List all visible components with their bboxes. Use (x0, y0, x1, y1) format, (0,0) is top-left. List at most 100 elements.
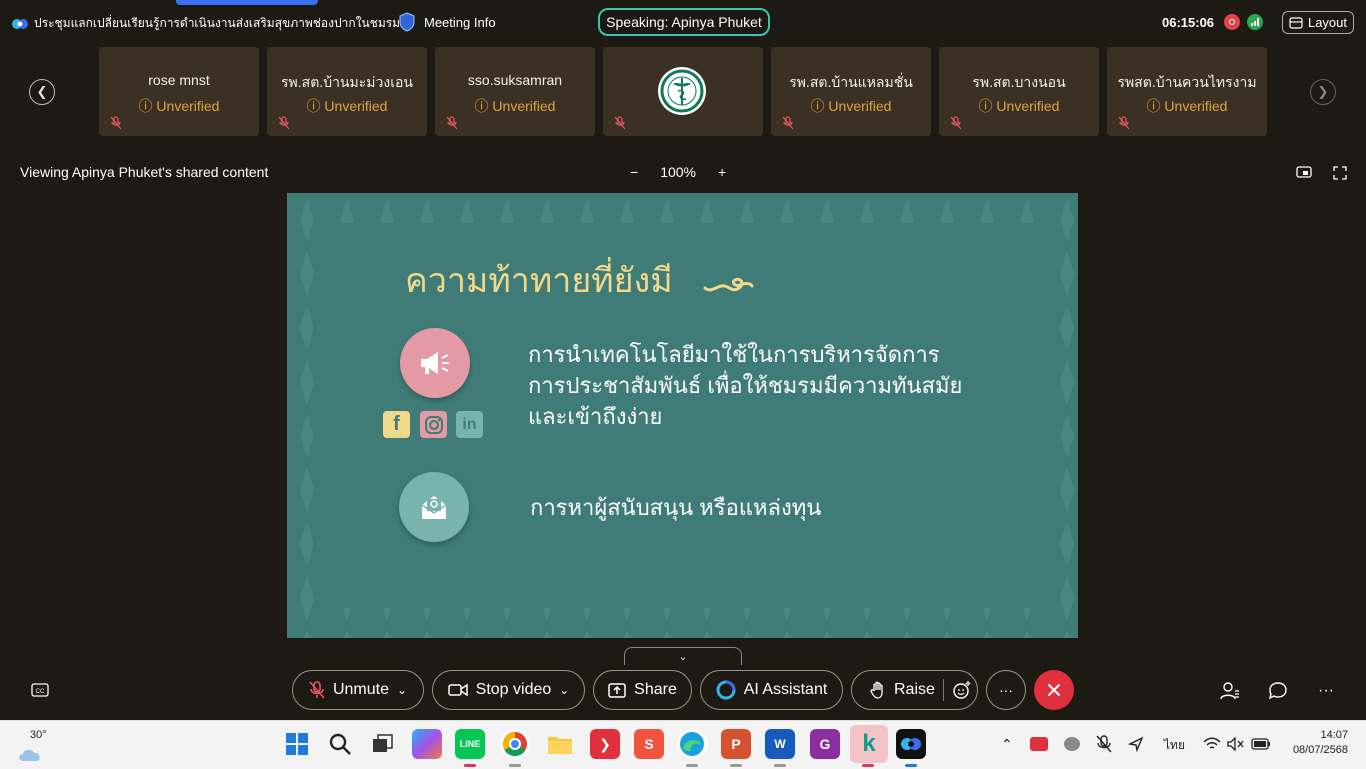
shared-content-label: Viewing Apinya Phuket's shared content (20, 164, 269, 180)
webex-logo-icon (12, 18, 28, 29)
webex-icon[interactable] (896, 729, 926, 759)
signal-bars-icon (1251, 18, 1259, 26)
share-screen-icon (608, 682, 626, 698)
copilot-icon[interactable] (412, 729, 442, 759)
speaking-indicator: Speaking: Apinya Phuket (598, 8, 770, 36)
unmute-button[interactable]: Unmute ⌄ (292, 670, 424, 710)
muted-mic-tray-icon[interactable] (1096, 735, 1112, 753)
chevron-down-icon[interactable]: ⌄ (559, 683, 569, 697)
active-tab-indicator (176, 0, 318, 5)
powerpoint-icon[interactable]: P (721, 729, 751, 759)
running-indicator (464, 764, 476, 767)
participant-tile[interactable]: รพสต.บ้านควนไทรงาม ⓘ Unverified (1107, 47, 1267, 136)
pdf-app-icon[interactable]: G (810, 729, 840, 759)
participant-tile[interactable]: sso.suksamran ⓘ Unverified (435, 47, 595, 136)
participant-status: ⓘ Unverified (978, 98, 1060, 114)
zoom-in-button[interactable]: + (718, 164, 726, 180)
zoom-out-button[interactable]: − (630, 164, 638, 180)
raise-hand-button[interactable]: Raise (851, 670, 978, 710)
stop-video-button[interactable]: Stop video ⌄ (432, 670, 585, 710)
participant-tile[interactable]: รพ.สต.บ้านแหลมชั่น ⓘ Unverified (771, 47, 931, 136)
fullscreen-icon[interactable] (1333, 166, 1347, 180)
more-options-icon: ··· (999, 682, 1013, 698)
onedrive-tray-icon[interactable] (1064, 737, 1080, 751)
running-indicator (730, 764, 742, 767)
volume-muted-icon[interactable] (1227, 737, 1245, 751)
slide-item-line: และเข้าถึงง่าย (528, 404, 663, 429)
zoom-controls: − 100% + (630, 164, 726, 180)
share-button[interactable]: Share (593, 670, 692, 710)
system-clock[interactable]: 14:07 08/07/2568 (1284, 729, 1348, 756)
more-options-button[interactable]: ··· (986, 670, 1026, 710)
pop-out-icon[interactable] (1296, 166, 1312, 180)
layout-button[interactable]: Layout (1282, 11, 1354, 34)
raise-label: Raise (894, 681, 935, 698)
participant-tile[interactable]: รพ.สต.บ้านมะม่วงเอน ⓘ Unverified (267, 47, 427, 136)
participants-icon (1220, 682, 1239, 700)
input-language[interactable]: ไทย (1164, 736, 1185, 755)
raise-hand-icon (870, 681, 883, 699)
running-indicator (774, 764, 786, 767)
reactions-icon[interactable] (952, 680, 972, 700)
participant-status: ⓘ Unverified (306, 98, 388, 114)
word-icon[interactable]: W (765, 729, 795, 759)
participants-panel-button[interactable] (1219, 680, 1241, 702)
running-indicator (905, 764, 917, 767)
wps-office-icon[interactable]: S (634, 729, 664, 759)
participants-prev-button[interactable]: ❮ (29, 79, 55, 105)
line-app-icon[interactable]: LINE (455, 729, 485, 759)
ai-assistant-button[interactable]: AI Assistant (700, 670, 843, 710)
kakao-app-icon[interactable]: k (850, 725, 888, 763)
meeting-info-button[interactable]: Meeting Info (398, 12, 496, 32)
close-icon (1048, 684, 1060, 696)
more-panels-button[interactable]: ··· (1315, 680, 1337, 702)
meeting-title-text: ประชุมแลกเปลี่ยนเรียนรู้การดำเนินงานส่งเ… (34, 16, 411, 30)
meeting-info-label: Meeting Info (424, 14, 496, 30)
location-icon[interactable] (1128, 736, 1144, 752)
anydesk-tray-icon[interactable] (1030, 737, 1048, 751)
running-indicator (686, 764, 698, 767)
participant-tile[interactable]: รพ.สต.บางนอน ⓘ Unverified (939, 47, 1099, 136)
chevron-up-icon[interactable]: ⌃ (1001, 736, 1013, 753)
search-icon[interactable] (325, 729, 355, 759)
linkedin-icon: in (456, 411, 483, 438)
clock-time: 14:07 (1320, 729, 1348, 741)
chrome-icon[interactable] (500, 729, 530, 759)
battery-icon[interactable] (1251, 737, 1271, 751)
layout-label: Layout (1307, 15, 1348, 30)
megaphone-circle (400, 328, 470, 398)
chat-button[interactable] (1267, 680, 1289, 702)
chevron-down-icon[interactable]: ⌄ (397, 683, 407, 697)
task-view-icon[interactable] (367, 729, 397, 759)
collapse-toolbar-button[interactable]: ⌄ (624, 647, 742, 665)
participant-tile[interactable] (603, 47, 763, 136)
participant-name: รพสต.บ้านควนไทรงาม (1117, 74, 1257, 90)
running-indicator (509, 764, 521, 767)
recording-icon[interactable] (1224, 14, 1240, 30)
anydesk-icon[interactable]: ❯ (590, 729, 620, 759)
unmute-label: Unmute (332, 681, 389, 698)
closed-captions-icon[interactable]: CC (31, 683, 49, 697)
chevron-right-icon: ❯ (1317, 84, 1329, 99)
participant-name: sso.suksamran (467, 72, 563, 88)
windows-start-icon[interactable] (282, 729, 312, 759)
participant-status: ⓘ Unverified (1146, 98, 1228, 114)
layout-icon (1289, 16, 1303, 29)
participant-tile[interactable]: rose mnst ⓘ Unverified (99, 47, 259, 136)
network-signal-icon[interactable] (1247, 14, 1263, 30)
participant-name: รพ.สต.บางนอน (972, 74, 1066, 90)
file-explorer-icon[interactable] (545, 729, 575, 759)
shared-slide: ความท้าทายที่ยังมี f in การนำเทคโนโลยีมา… (287, 193, 1078, 638)
muted-mic-icon (446, 116, 458, 130)
muted-mic-icon (110, 116, 122, 130)
slide-item-funding: การหาผู้สนับสนุน หรือแหล่งทุน (530, 495, 822, 520)
edge-browser-icon[interactable] (677, 729, 707, 759)
ai-assistant-icon (716, 680, 736, 700)
wifi-icon[interactable] (1203, 737, 1221, 751)
leave-meeting-button[interactable] (1034, 670, 1074, 710)
participant-name: rose mnst (148, 72, 210, 88)
ministry-of-public-health-logo (658, 67, 706, 115)
participants-next-button[interactable]: ❯ (1310, 79, 1336, 105)
muted-mic-icon (1118, 116, 1130, 130)
chevron-down-icon: ⌄ (678, 651, 688, 663)
